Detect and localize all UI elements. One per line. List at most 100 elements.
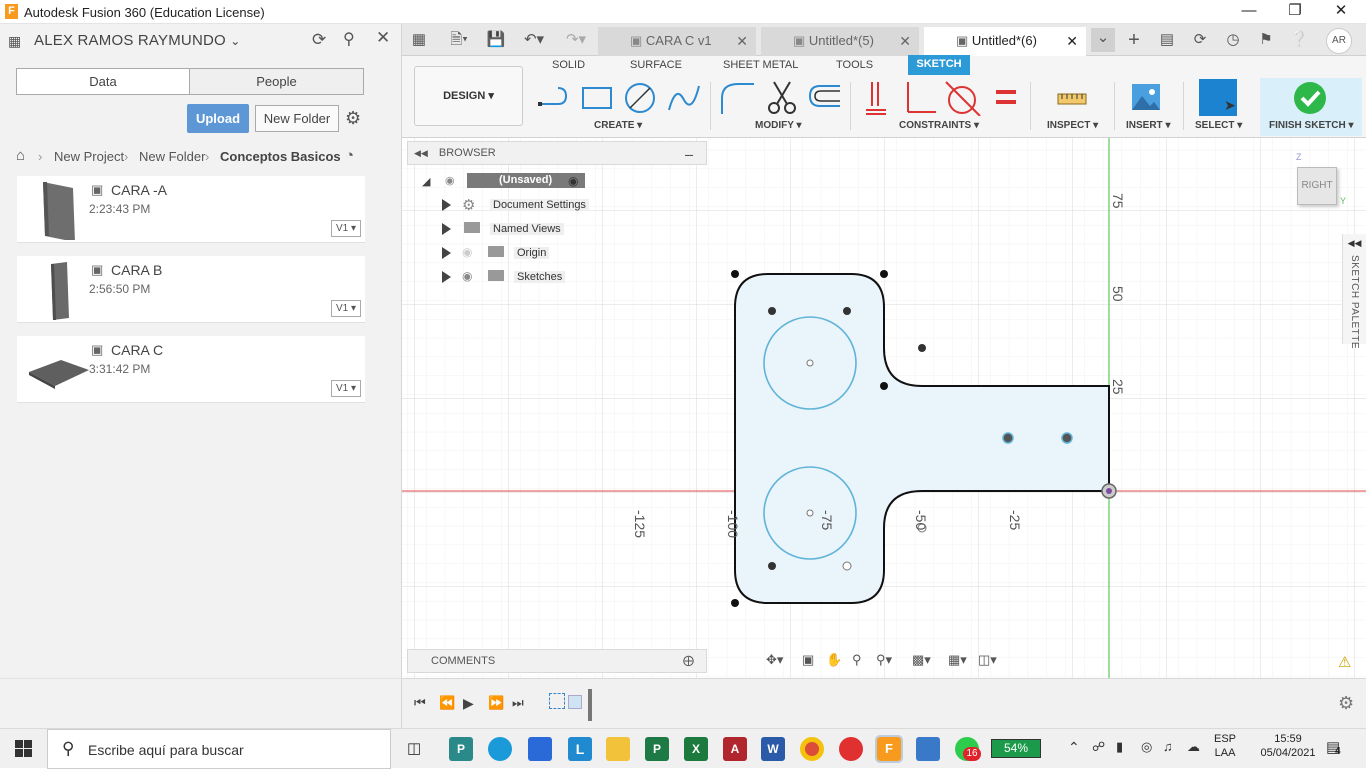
expand-triangle-icon[interactable] <box>442 247 451 259</box>
viewports-icon[interactable]: ◫▾ <box>978 652 997 668</box>
browser-item-origin[interactable]: Origin <box>514 247 550 259</box>
taskbar-search-box[interactable]: ⚲ Escribe aquí para buscar <box>47 729 391 769</box>
publisher-icon[interactable]: P <box>645 737 669 761</box>
search-icon[interactable]: ⚲ <box>343 29 355 49</box>
design-canvas[interactable]: -125 -100 -75 -50 -25 75 50 25 ◀◀ BROWSE… <box>402 138 1366 678</box>
minus-circle-icon[interactable]: ⚊ <box>684 142 694 164</box>
orbit-icon[interactable]: ✥▾ <box>766 652 783 668</box>
eye-icon[interactable]: ◉ <box>445 174 455 187</box>
browser-item-document-settings[interactable]: Document Settings <box>490 199 589 211</box>
rectangle-tool-icon[interactable] <box>580 82 614 114</box>
tangent-constraint-icon[interactable] <box>944 80 982 116</box>
settings-gear-icon[interactable]: ⚙ <box>1338 693 1354 714</box>
tab-data[interactable]: Data <box>17 69 190 94</box>
spline-tool-icon[interactable] <box>666 82 702 114</box>
job-status-icon[interactable]: ⟳ <box>1190 30 1210 50</box>
onedrive-cloud-icon[interactable]: ☁ <box>1187 739 1200 755</box>
tab-surface[interactable]: SURFACE <box>630 59 682 71</box>
sketch-grid[interactable]: -125 -100 -75 -50 -25 75 50 25 <box>402 138 1366 678</box>
sketch-feature-icon[interactable] <box>549 693 565 709</box>
version-dropdown[interactable]: V1 ▾ <box>331 300 361 317</box>
pan-hand-icon[interactable]: ✋ <box>826 652 842 668</box>
finish-sketch-check-icon[interactable] <box>1293 81 1327 115</box>
step-back-icon[interactable]: ⏪ <box>439 695 455 711</box>
refresh-icon[interactable]: ⟳ <box>312 30 326 50</box>
tab-people[interactable]: People <box>190 69 363 94</box>
sketch-palette[interactable]: ◀◀ SKETCH PALETTE <box>1342 234 1366 349</box>
perpendicular-constraint-icon[interactable] <box>902 80 938 116</box>
create-menu[interactable]: CREATE ▾ <box>594 120 642 131</box>
activate-radio-icon[interactable]: ◉ <box>568 174 578 188</box>
constraints-menu[interactable]: CONSTRAINTS ▾ <box>899 120 979 131</box>
access-icon[interactable]: A <box>723 737 747 761</box>
project-app-icon[interactable]: P <box>449 737 473 761</box>
select-menu[interactable]: SELECT ▾ <box>1195 120 1242 131</box>
chevron-up-icon[interactable]: ⌃ <box>1068 739 1080 756</box>
tab-cara-c[interactable]: ▣ CARA C v1 ✕ <box>598 27 756 56</box>
breadcrumb-new-folder[interactable]: New Folder <box>139 149 205 164</box>
timeline-marker[interactable] <box>588 689 592 721</box>
language-indicator[interactable]: ESP LAA <box>1214 733 1236 759</box>
close-tab-icon[interactable]: ✕ <box>736 27 748 55</box>
restore-icon[interactable]: ❐ <box>1272 0 1318 24</box>
edge-browser-icon[interactable] <box>488 737 512 761</box>
excel-icon[interactable]: X <box>684 737 708 761</box>
windows-start-icon[interactable] <box>15 740 32 757</box>
collapse-arrows-icon[interactable]: ◀◀ <box>414 148 428 158</box>
expand-triangle-icon[interactable]: ◢ <box>422 175 430 188</box>
usb-icon[interactable]: ☍ <box>1092 739 1105 755</box>
save-icon[interactable]: 💾 <box>486 30 506 50</box>
file-card[interactable]: ▣ CARA -A 2:23:43 PM V1 ▾ <box>17 176 365 243</box>
tab-untitled-5[interactable]: ▣ Untitled*(5) ✕ <box>761 27 919 56</box>
settings-gear-icon[interactable]: ⚙ <box>345 108 361 129</box>
clock-icon[interactable]: ◷ <box>1223 30 1243 50</box>
eye-icon[interactable]: ◉ <box>462 269 472 283</box>
expand-triangle-icon[interactable] <box>442 271 451 283</box>
measure-ruler-icon[interactable] <box>1056 86 1088 110</box>
browser-item-sketches[interactable]: Sketches <box>514 271 566 283</box>
upload-button[interactable]: Upload <box>187 104 249 133</box>
new-folder-button[interactable]: New Folder <box>255 105 339 132</box>
insert-menu[interactable]: INSERT ▾ <box>1126 120 1170 131</box>
browser-panel-header[interactable]: ◀◀ BROWSER ⚊ <box>407 141 707 165</box>
grid-settings-icon[interactable]: ▦▾ <box>948 652 967 668</box>
clock[interactable]: 15:59 05/04/2021 <box>1258 733 1318 759</box>
file-card[interactable]: ▣ CARA B 2:56:50 PM V1 ▾ <box>17 256 365 323</box>
circle-tool-icon[interactable] <box>622 80 658 116</box>
avatar[interactable]: AR <box>1326 28 1352 54</box>
look-at-icon[interactable]: ▣ <box>802 652 814 668</box>
volume-icon[interactable]: ♫ <box>1163 739 1173 754</box>
tab-sketch[interactable]: SKETCH <box>908 55 970 75</box>
expand-triangle-icon[interactable] <box>442 199 451 211</box>
display-settings-icon[interactable]: ▩▾ <box>912 652 931 668</box>
comment-icon[interactable]: ▤ <box>1157 30 1177 50</box>
trim-scissors-icon[interactable] <box>764 80 800 116</box>
globe-icon[interactable]: ◔ <box>345 147 354 164</box>
tab-solid[interactable]: SOLID <box>552 59 585 71</box>
warning-icon[interactable]: ⚠ <box>1338 653 1351 671</box>
word-icon[interactable]: W <box>761 737 785 761</box>
comments-panel-header[interactable]: COMMENTS ⨁ <box>407 649 707 673</box>
new-tab-plus-icon[interactable]: + <box>1124 30 1144 50</box>
fit-icon[interactable]: ⚲▾ <box>876 652 892 668</box>
sketch-feature-icon[interactable] <box>568 695 582 709</box>
undo-icon[interactable]: ↶▾ <box>518 30 550 50</box>
tab-tools[interactable]: TOOLS <box>836 59 873 71</box>
eye-hidden-icon[interactable]: ◉ <box>462 245 472 259</box>
version-dropdown[interactable]: V1 ▾ <box>331 380 361 397</box>
help-icon[interactable]: ❔ <box>1289 30 1309 50</box>
user-name[interactable]: ALEX RAMOS RAYMUNDO ⌄ <box>34 32 241 49</box>
minimize-icon[interactable]: — <box>1226 0 1272 24</box>
apps-grid-icon[interactable]: ▦ <box>409 30 429 50</box>
close-tab-icon[interactable]: ✕ <box>899 27 911 55</box>
go-to-start-icon[interactable]: ⏮ <box>414 695 426 711</box>
mail-icon[interactable] <box>528 737 552 761</box>
file-menu-icon[interactable]: 🗎▾ <box>442 30 476 50</box>
equal-constraint-icon[interactable] <box>994 86 1020 110</box>
finish-sketch-button[interactable]: FINISH SKETCH ▾ <box>1269 120 1353 131</box>
viewcube[interactable]: RIGHT <box>1297 167 1337 205</box>
line-tool-icon[interactable] <box>536 82 572 114</box>
close-tab-icon[interactable]: ✕ <box>1066 27 1078 55</box>
go-to-end-icon[interactable]: ⏭ <box>512 695 524 711</box>
home-icon[interactable]: ⌂ <box>16 147 25 164</box>
